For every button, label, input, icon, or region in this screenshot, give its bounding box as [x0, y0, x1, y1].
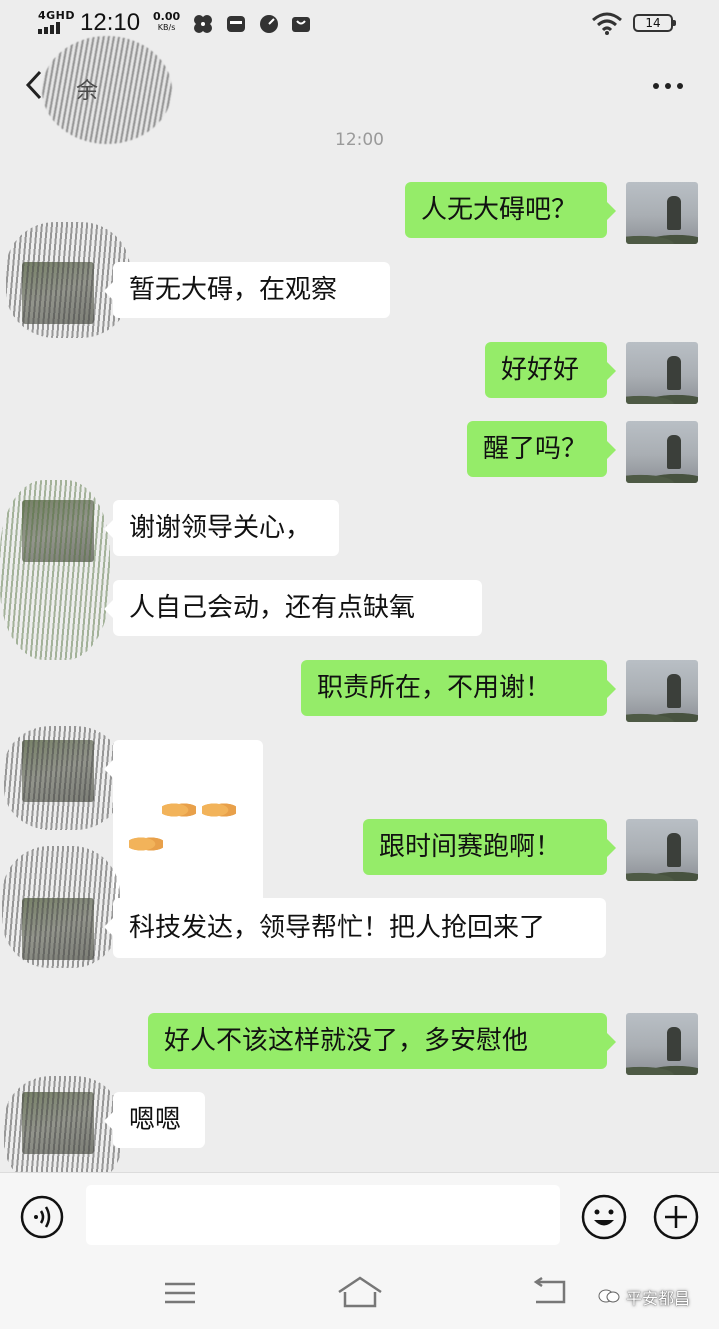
chat-timestamp: 12:00 [335, 130, 384, 150]
wifi-icon [592, 12, 622, 35]
system-nav-bar: 平安都昌 [0, 1256, 719, 1329]
message-bubble[interactable]: 醒了吗？ [467, 421, 616, 477]
message-bubble[interactable]: 科技发达，领导帮忙！把人抢回来了 [104, 898, 606, 958]
my-avatar[interactable] [626, 819, 698, 881]
bag-icon [292, 17, 310, 32]
handshake-icon [162, 799, 197, 820]
speed-unit: KB/s [157, 23, 176, 32]
home-icon[interactable] [335, 1274, 385, 1310]
message-bubble[interactable]: 谢谢领导关心， [104, 500, 339, 556]
message-bubble[interactable]: 人无大碍吧？ [405, 182, 616, 238]
redaction-scribble [0, 480, 110, 660]
network-type: 4GHD [38, 9, 76, 22]
menu-icon[interactable] [163, 1280, 197, 1306]
app-icon [227, 16, 245, 32]
watermark-label: 平安都昌 [626, 1289, 691, 1308]
message-bubble[interactable]: 跟时间赛跑啊！ [363, 819, 616, 875]
clock: 12:10 [80, 9, 141, 36]
input-bar [0, 1172, 719, 1257]
redaction-scribble [6, 222, 130, 338]
signal-icon [38, 22, 68, 34]
plus-icon[interactable] [652, 1193, 700, 1241]
emoji-message[interactable] [104, 740, 263, 912]
message-bubble[interactable]: 好人不该这样就没了，多安慰他 [148, 1013, 616, 1069]
message-bubble[interactable]: 人自己会动，还有点缺氧 [104, 580, 482, 636]
message-bubble[interactable]: 好好好 [485, 342, 616, 398]
my-avatar[interactable] [626, 660, 698, 722]
message-bubble[interactable]: 嗯嗯 [104, 1092, 205, 1148]
my-avatar[interactable] [626, 342, 698, 404]
chat-header: 余 [0, 36, 719, 144]
my-avatar[interactable] [626, 1013, 698, 1075]
emoji-icon[interactable] [580, 1193, 628, 1241]
handshake-icon [129, 833, 163, 854]
handshake-icon [202, 799, 237, 820]
network-speed: 0.00 KB/s [153, 11, 180, 33]
message-bubble[interactable]: 职责所在，不用谢！ [301, 660, 616, 716]
gauge-icon [260, 15, 278, 33]
my-avatar[interactable] [626, 421, 698, 483]
redaction-scribble [4, 726, 122, 830]
voice-icon[interactable] [20, 1195, 64, 1239]
redaction-scribble [2, 846, 120, 968]
my-avatar[interactable] [626, 182, 698, 244]
message-bubble[interactable]: 暂无大碍，在观察 [104, 262, 390, 318]
fan-icon [194, 15, 212, 33]
speed-value: 0.00 [153, 10, 181, 23]
battery-icon: 14 [633, 14, 676, 32]
more-options-icon[interactable] [648, 76, 688, 96]
wechat-logo-icon [598, 1289, 620, 1303]
redaction-scribble [42, 36, 172, 144]
message-input[interactable] [86, 1185, 560, 1245]
back-nav-icon[interactable] [530, 1276, 568, 1308]
